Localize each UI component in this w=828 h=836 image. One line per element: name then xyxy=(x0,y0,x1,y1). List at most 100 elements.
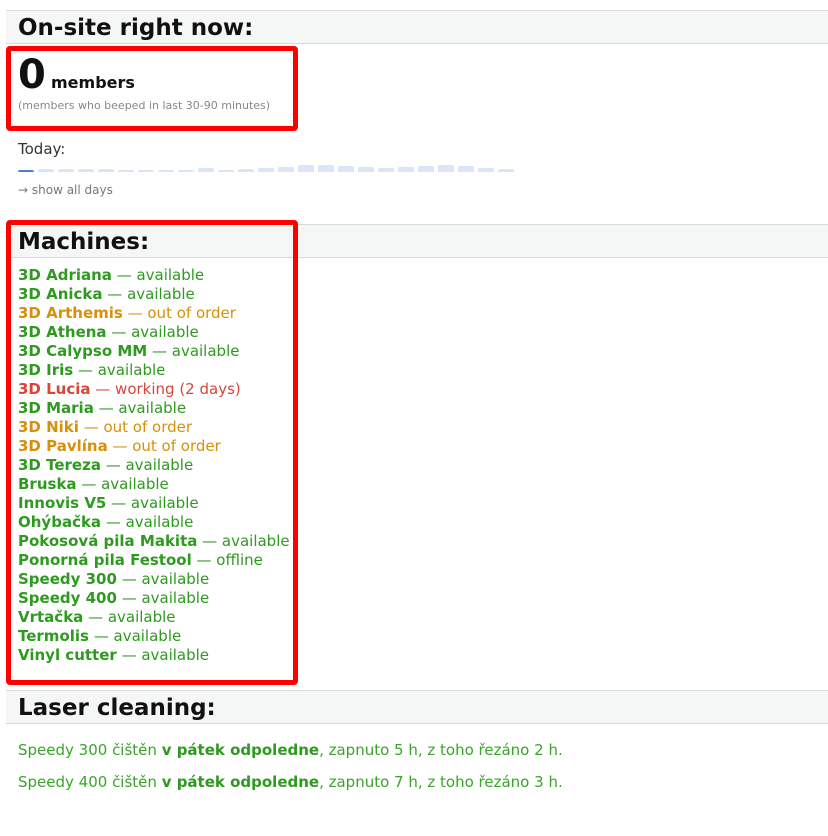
machine-name[interactable]: Ponorná pila Festool xyxy=(18,551,192,569)
machine-status: — available xyxy=(106,323,199,341)
machine-status: — offline xyxy=(191,551,263,569)
today-bar xyxy=(278,167,294,172)
machine-item: Vrtačka — available xyxy=(18,608,290,627)
machine-status: — available xyxy=(73,361,166,379)
machine-name[interactable]: 3D Anicka xyxy=(18,285,103,303)
machine-item: 3D Niki — out of order xyxy=(18,418,290,437)
laser-line-suffix: , zapnuto 5 h, z toho řezáno 2 h. xyxy=(319,741,563,759)
machine-item: Bruska — available xyxy=(18,475,290,494)
machine-name[interactable]: Innovis V5 xyxy=(18,494,106,512)
machine-item: 3D Pavlína — out of order xyxy=(18,437,290,456)
today-bar xyxy=(458,166,474,172)
machine-name[interactable]: Speedy 400 xyxy=(18,589,117,607)
machine-status: — available xyxy=(111,266,205,284)
machine-name[interactable]: 3D Tereza xyxy=(18,456,101,474)
machine-status: — available xyxy=(100,456,194,474)
today-bar xyxy=(338,166,354,172)
machine-item: Innovis V5 — available xyxy=(18,494,290,513)
machine-status: — available xyxy=(76,475,169,493)
machine-status: — out of order xyxy=(78,418,193,436)
today-bar xyxy=(438,165,454,172)
laser-line-when: v pátek odpoledne xyxy=(161,741,320,759)
laser-header: Laser cleaning: xyxy=(6,690,828,724)
machine-status: — available xyxy=(116,646,210,664)
member-count: 0 xyxy=(18,52,46,98)
machine-item: Ponorná pila Festool — offline xyxy=(18,551,290,570)
machine-status: — available xyxy=(88,627,182,645)
machine-name[interactable]: Ohýbačka xyxy=(18,513,101,531)
today-bar xyxy=(238,169,254,172)
member-count-note: (members who beeped in last 30-90 minute… xyxy=(18,99,271,112)
laser-line-when: v pátek odpoledne xyxy=(161,773,320,791)
onsite-highlight-box xyxy=(6,46,298,131)
machine-name[interactable]: 3D Maria xyxy=(18,399,94,417)
machine-list: 3D Adriana — available 3D Anicka — availa… xyxy=(18,266,290,665)
machine-item: 3D Iris — available xyxy=(18,361,290,380)
machine-status: — working (2 days) xyxy=(90,380,241,398)
machine-item: 3D Athena — available xyxy=(18,323,290,342)
today-bar xyxy=(358,167,374,172)
laser-line-suffix: , zapnuto 7 h, z toho řezáno 3 h. xyxy=(319,773,563,791)
today-bar xyxy=(378,168,394,172)
machine-name[interactable]: Speedy 300 xyxy=(18,570,117,588)
machine-item: Speedy 300 — available xyxy=(18,570,290,589)
machine-item: 3D Arthemis — out of order xyxy=(18,304,290,323)
today-bar xyxy=(318,165,334,172)
machine-name[interactable]: 3D Niki xyxy=(18,418,79,436)
machine-name[interactable]: Termolis xyxy=(18,627,89,645)
today-bar xyxy=(178,170,194,172)
machine-status: — available xyxy=(102,285,195,303)
laser-line-speedy400: Speedy 400 čištěn v pátek odpoledne, zap… xyxy=(18,773,563,791)
machine-status: — out of order xyxy=(122,304,236,322)
laser-line-prefix: Speedy 300 čištěn xyxy=(18,741,162,759)
laser-line-speedy300: Speedy 300 čištěn v pátek odpoledne, zap… xyxy=(18,741,563,759)
machine-name[interactable]: 3D Calypso MM xyxy=(18,342,147,360)
today-sparkline xyxy=(18,162,514,172)
machine-status: — available xyxy=(116,570,210,588)
machine-item: 3D Calypso MM — available xyxy=(18,342,290,361)
machine-name[interactable]: 3D Adriana xyxy=(18,266,112,284)
machine-name[interactable]: 3D Pavlína xyxy=(18,437,108,455)
machine-name[interactable]: 3D Lucia xyxy=(18,380,91,398)
today-bar xyxy=(78,169,94,172)
machine-name[interactable]: Pokosová pila Makita xyxy=(18,532,197,550)
today-bar xyxy=(98,169,114,172)
machine-item: 3D Anicka — available xyxy=(18,285,290,304)
member-count-unit: members xyxy=(51,73,135,92)
machine-name[interactable]: 3D Athena xyxy=(18,323,107,341)
machine-item: 3D Lucia — working (2 days) xyxy=(18,380,290,399)
machine-name[interactable]: 3D Iris xyxy=(18,361,73,379)
today-bar xyxy=(158,170,174,172)
machine-item: 3D Adriana — available xyxy=(18,266,290,285)
onsite-heading: On-site right now: xyxy=(18,15,254,41)
laser-heading: Laser cleaning: xyxy=(18,695,216,721)
machine-name[interactable]: Bruska xyxy=(18,475,77,493)
machine-status: — available xyxy=(116,589,210,607)
machine-status: — available xyxy=(101,513,194,531)
today-bar xyxy=(38,169,54,172)
machine-status: — available xyxy=(83,608,176,626)
today-bar xyxy=(18,170,34,172)
today-bar xyxy=(478,168,494,172)
machine-status: — out of order xyxy=(107,437,221,455)
machine-status: — available xyxy=(93,399,187,417)
laser-line-prefix: Speedy 400 čištěn xyxy=(18,773,162,791)
machine-item: Termolis — available xyxy=(18,627,290,646)
today-bar xyxy=(418,166,434,172)
show-all-days-link[interactable]: → show all days xyxy=(18,183,113,197)
today-bar xyxy=(258,168,274,172)
machine-name[interactable]: Vrtačka xyxy=(18,608,83,626)
machine-status: — available xyxy=(147,342,240,360)
machine-name[interactable]: Vinyl cutter xyxy=(18,646,117,664)
today-bar xyxy=(138,170,154,172)
machine-item: Pokosová pila Makita — available xyxy=(18,532,290,551)
today-bar xyxy=(498,169,514,172)
today-bar xyxy=(218,170,234,172)
today-bar xyxy=(298,165,314,172)
machine-item: 3D Maria — available xyxy=(18,399,290,418)
today-bar xyxy=(58,169,74,172)
machine-status: — available xyxy=(106,494,199,512)
machine-item: Ohýbačka — available xyxy=(18,513,290,532)
machine-name[interactable]: 3D Arthemis xyxy=(18,304,123,322)
machine-item: Vinyl cutter — available xyxy=(18,646,290,665)
